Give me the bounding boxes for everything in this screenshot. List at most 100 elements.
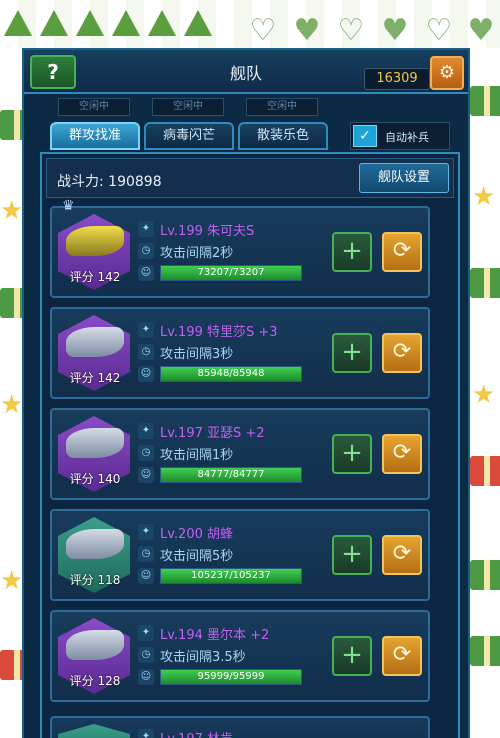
swap-icon: ⟳ (392, 642, 412, 667)
gear-icon: ⚙ (438, 62, 456, 83)
swap-ship-button[interactable]: ⟳ (382, 333, 422, 373)
ship-card-partial[interactable]: ✦ Lv.197 林肯 (50, 716, 430, 738)
bunting-icon (184, 10, 212, 36)
swap-icon: ⟳ (392, 541, 412, 566)
crew-icon: ☺ (138, 568, 154, 584)
star-icon: ★ (0, 566, 24, 596)
ship-name: Lv.200 胡蜂 (160, 527, 234, 542)
ship-class-icon: ✦ (138, 423, 154, 439)
combat-power: 战斗力: 190898 (57, 174, 162, 190)
add-crew-button[interactable]: + (332, 535, 372, 575)
fleet-content: 战斗力: 190898 舰队设置 ♛ 评分 142 ✦ Lv.199 朱可夫S ◷ 攻击间… (40, 152, 460, 738)
ship-card[interactable]: 评分 128 ✦ Lv.194 墨尔本 +2 ◷ 攻击间隔3.5秒 ☺ 95999/9599… (50, 610, 430, 702)
hp-value: 73207/73207 (197, 267, 265, 278)
hp-bar: 85948/85948 (160, 366, 302, 382)
swap-ship-button[interactable]: ⟳ (382, 636, 422, 676)
ship-name: Lv.197 亚瑟S +2 (160, 426, 265, 441)
clock-icon: ◷ (138, 243, 154, 259)
add-crew-button[interactable]: + (332, 636, 372, 676)
clock-icon: ◷ (138, 344, 154, 360)
swap-icon: ⟳ (392, 440, 412, 465)
swap-icon: ⟳ (392, 339, 412, 364)
hp-bar: 105237/105237 (160, 568, 302, 584)
bunting-icon (148, 10, 176, 36)
gift-icon (470, 86, 500, 116)
gift-icon (470, 456, 500, 486)
ship-card[interactable]: 评分 140 ✦ Lv.197 亚瑟S +2 ◷ 攻击间隔1秒 ☺ 84777/84777 +… (50, 408, 430, 500)
ship-image (66, 529, 124, 559)
bunting-icon (76, 10, 104, 36)
hp-bar: 84777/84777 (160, 467, 302, 483)
ship-frame (58, 724, 130, 738)
crew-icon: ☺ (138, 265, 154, 281)
fleet-tabs: 群攻找准 病毒闪芒 散装乐色 ✓ 自动补兵 (24, 122, 468, 152)
hp-value: 95999/95999 (197, 671, 265, 682)
add-crew-icon: + (341, 337, 363, 367)
star-icon: ★ (0, 390, 24, 420)
ship-card[interactable]: 评分 118 ✦ Lv.200 胡蜂 ◷ 攻击间隔5秒 ☺ 105237/105237 + ⟳ (50, 509, 430, 601)
ship-image (66, 327, 124, 357)
ship-class-icon: ✦ (138, 322, 154, 338)
bunting-icon (4, 10, 32, 36)
ship-image (66, 226, 124, 256)
add-crew-icon: + (341, 539, 363, 569)
ship-score: 评分 128 (69, 674, 121, 688)
status-slot: 空闲中 (246, 98, 318, 116)
ship-class-icon: ✦ (138, 524, 154, 540)
auto-replenish-label: 自动补兵 (385, 131, 429, 144)
clock-icon: ◷ (138, 445, 154, 461)
star-icon: ★ (472, 182, 496, 212)
fleet-panel: ? 舰队 16309 ⚙ 空闲中 空闲中 空闲中 群攻找准 病毒闪芒 散装乐色 … (22, 48, 470, 738)
add-crew-icon: + (341, 236, 363, 266)
top-bar: ? 舰队 16309 ⚙ (24, 50, 468, 94)
fleet-settings-button[interactable]: 舰队设置 (359, 163, 449, 193)
ship-score: 评分 118 (69, 573, 121, 587)
ship-image (66, 630, 124, 660)
bunting-icon (112, 10, 140, 36)
gift-icon (470, 636, 500, 666)
ship-card[interactable]: ♛ 评分 142 ✦ Lv.199 朱可夫S ◷ 攻击间隔2秒 ☺ 73207/73207 + ⟳ (50, 198, 430, 298)
tab-fleet-1[interactable]: 群攻找准 (50, 122, 140, 150)
add-crew-button[interactable]: + (332, 333, 372, 373)
checkbox[interactable]: ✓ (353, 125, 377, 147)
heart-icon: ♡ (425, 13, 453, 48)
swap-ship-button[interactable]: ⟳ (382, 535, 422, 575)
ship-score: 评分 142 (69, 371, 121, 385)
swap-ship-button[interactable]: ⟳ (382, 434, 422, 474)
ship-image (66, 428, 124, 458)
power-bar: 战斗力: 190898 舰队设置 (46, 158, 454, 198)
attack-interval: 攻击间隔1秒 (160, 448, 234, 463)
crew-icon: ☺ (138, 669, 154, 685)
gift-icon (470, 560, 500, 590)
ship-class-icon: ✦ (138, 729, 154, 738)
star-icon: ★ (472, 380, 496, 410)
add-crew-button[interactable]: + (332, 434, 372, 474)
heart-icon: ♥ (381, 13, 409, 48)
add-crew-button[interactable]: + (332, 232, 372, 272)
attack-interval: 攻击间隔2秒 (160, 246, 234, 261)
tab-fleet-3[interactable]: 散装乐色 (238, 122, 328, 150)
ship-score: 评分 140 (69, 472, 121, 486)
ship-class-icon: ✦ (138, 625, 154, 641)
clock-icon: ◷ (138, 647, 154, 663)
swap-ship-button[interactable]: ⟳ (382, 232, 422, 272)
status-slot: 空闲中 (152, 98, 224, 116)
tab-fleet-2[interactable]: 病毒闪芒 (144, 122, 234, 150)
auto-replenish-toggle[interactable]: ✓ 自动补兵 (350, 122, 450, 150)
swap-icon: ⟳ (392, 238, 412, 263)
ship-class-icon: ✦ (138, 221, 154, 237)
settings-button[interactable]: ⚙ (430, 56, 464, 90)
clock-icon: ◷ (138, 546, 154, 562)
hp-value: 105237/105237 (191, 570, 271, 581)
hp-value: 84777/84777 (197, 469, 265, 480)
crew-icon: ☺ (138, 467, 154, 483)
hp-bar: 73207/73207 (160, 265, 302, 281)
ship-score: 评分 142 (69, 270, 121, 284)
hp-bar: 95999/95999 (160, 669, 302, 685)
ship-name: Lv.197 林肯 (160, 728, 233, 738)
attack-interval: 攻击间隔3秒 (160, 347, 234, 362)
status-row: 空闲中 空闲中 空闲中 (24, 98, 468, 118)
ship-card[interactable]: 评分 142 ✦ Lv.199 特里莎S +3 ◷ 攻击间隔3秒 ☺ 85948/85948… (50, 307, 430, 399)
gift-icon (470, 268, 500, 298)
bunting-icon (40, 10, 68, 36)
